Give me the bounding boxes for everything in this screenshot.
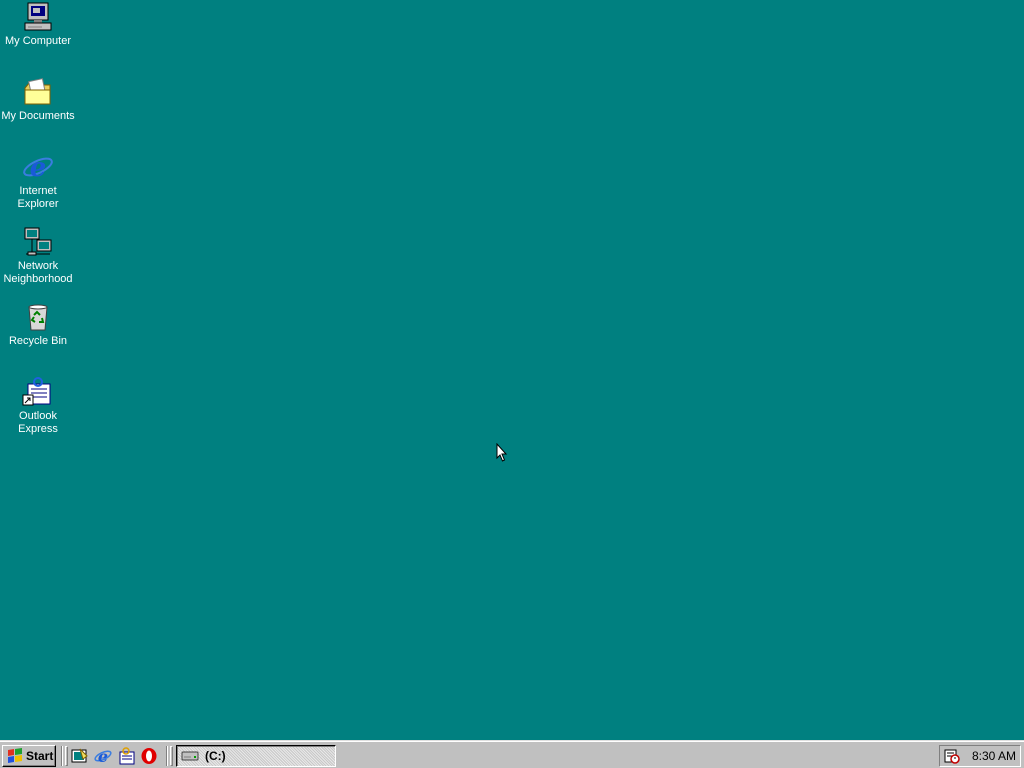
quick-launch-grip[interactable] — [65, 746, 68, 766]
desktop[interactable]: My Computer My Documents e Internet Expl… — [0, 0, 1024, 740]
start-label: Start — [26, 749, 54, 763]
folder-icon — [24, 78, 51, 105]
desktop-icon-label: My Computer — [4, 35, 72, 47]
desktop-icon-recycle-bin[interactable]: Recycle Bin — [0, 301, 76, 348]
network-icon — [24, 227, 52, 256]
taskbar-separator — [166, 746, 168, 766]
desktop-icon-outlook-express[interactable]: Outlook Express — [0, 376, 76, 436]
desktop-icon-my-documents[interactable]: My Documents — [0, 76, 76, 123]
desktop-icon-label: Outlook Express — [18, 410, 58, 435]
recycle-bin-icon — [28, 304, 48, 331]
mouse-cursor-icon — [496, 443, 508, 462]
drive-icon — [181, 751, 199, 761]
show-desktop-icon[interactable] — [71, 747, 89, 765]
task-button-label: (C:) — [205, 749, 226, 763]
svg-text:e: e — [30, 153, 47, 183]
clock[interactable]: 8:30 AM — [972, 749, 1016, 763]
taskbar: Start e (C:) 8:30 AM — [0, 740, 1024, 768]
desktop-icon-internet-explorer[interactable]: e Internet Explorer — [0, 151, 76, 211]
windows-logo-icon — [8, 748, 22, 763]
desktop-icon-label: Internet Explorer — [17, 185, 59, 210]
my-computer-icon — [24, 2, 52, 31]
scheduler-icon[interactable] — [944, 748, 960, 764]
desktop-icon-network-neighborhood[interactable]: Network Neighborhood — [0, 226, 76, 286]
desktop-icon-my-computer[interactable]: My Computer — [0, 1, 76, 48]
taskbar-separator — [61, 746, 63, 766]
desktop-icon-label: Network Neighborhood — [3, 260, 73, 285]
desktop-icon-label: My Documents — [1, 110, 75, 122]
task-area-grip[interactable] — [170, 746, 173, 766]
system-tray: 8:30 AM — [939, 745, 1021, 767]
task-button-drive-c[interactable]: (C:) — [176, 745, 336, 767]
desktop-icon-label: Recycle Bin — [8, 335, 68, 347]
internet-explorer-icon: e — [23, 153, 53, 183]
internet-explorer-icon[interactable]: e — [94, 747, 112, 765]
outlook-express-icon — [22, 377, 51, 406]
outlook-express-icon[interactable] — [117, 747, 135, 765]
start-button[interactable]: Start — [2, 745, 56, 767]
opera-icon[interactable] — [140, 747, 158, 765]
svg-text:e: e — [98, 747, 108, 765]
